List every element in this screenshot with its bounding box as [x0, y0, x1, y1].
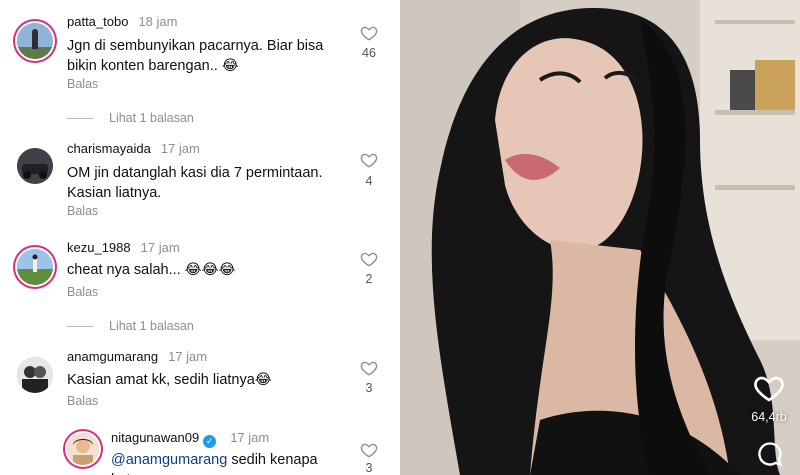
reply-button[interactable]: Balas	[67, 394, 98, 408]
like-count: 2	[365, 272, 373, 286]
comment-text: Kasian amat kk, sedih liatnya😂	[67, 372, 272, 388]
like-count: 4	[365, 174, 373, 188]
view-replies-label: Lihat 1 balasan	[109, 319, 194, 333]
view-replies-button[interactable]: Lihat 1 balasan	[67, 319, 194, 333]
comment-time: 18 jam	[138, 14, 178, 29]
comment-text: @anamgumarang sedih kenapa ketawa	[111, 450, 346, 475]
mention-link[interactable]: @anamgumarang	[111, 452, 227, 468]
heart-icon[interactable]	[360, 359, 378, 377]
comment-author: anamgumarang 17 jam	[67, 349, 207, 364]
comment-time: 17 jam	[160, 141, 200, 156]
avatar[interactable]	[17, 249, 53, 285]
avatar[interactable]	[17, 357, 53, 393]
reply-button[interactable]: Balas	[67, 77, 98, 91]
heart-icon[interactable]	[360, 441, 378, 459]
username[interactable]: nitagunawan09	[111, 430, 199, 445]
avatar[interactable]	[17, 148, 53, 184]
heart-icon[interactable]	[752, 372, 786, 404]
comment-time: 17 jam	[230, 430, 270, 445]
comment-author: charismayaida 17 jam	[67, 141, 200, 156]
view-replies-button[interactable]: Lihat 1 balasan	[67, 111, 194, 125]
video-player[interactable]: 64,4rb	[400, 0, 800, 475]
username[interactable]: kezu_1988	[67, 240, 131, 255]
comment-author: nitagunawan09 ✓ 17 jam	[111, 430, 269, 448]
heart-icon[interactable]	[360, 151, 378, 169]
like-count: 3	[365, 381, 373, 395]
comment-text: cheat nya salah... 😂😂😂	[67, 262, 236, 278]
reply-button[interactable]: Balas	[67, 285, 98, 299]
heart-icon[interactable]	[360, 250, 378, 268]
divider	[67, 117, 93, 119]
username[interactable]: anamgumarang	[67, 349, 158, 364]
avatar[interactable]	[17, 23, 53, 59]
video-frame	[400, 0, 800, 475]
comment-author: kezu_1988 17 jam	[67, 240, 180, 255]
username[interactable]: patta_tobo	[67, 14, 128, 29]
like-count: 3	[365, 461, 373, 475]
username[interactable]: charismayaida	[67, 141, 151, 156]
heart-icon[interactable]	[360, 24, 378, 42]
comments-panel: patta_tobo 18 jam Jgn di sembunyikan paca…	[0, 0, 400, 475]
avatar[interactable]	[67, 433, 99, 465]
view-replies-label: Lihat 1 balasan	[109, 111, 194, 125]
comment-time: 17 jam	[168, 349, 208, 364]
comment-text: OM jin datanglah kasi dia 7 permintaan. …	[67, 165, 323, 201]
comment-bubble-icon[interactable]	[756, 440, 784, 468]
video-like-count: 64,4rb	[751, 410, 787, 424]
like-count: 46	[362, 46, 376, 60]
reply-button[interactable]: Balas	[67, 204, 98, 218]
comment-time: 17 jam	[140, 240, 180, 255]
divider	[67, 325, 93, 327]
comment-author: patta_tobo 18 jam	[67, 14, 177, 29]
comment-text: Jgn di sembunyikan pacarnya. Biar bisa b…	[67, 38, 324, 74]
verified-badge-icon: ✓	[203, 435, 217, 448]
